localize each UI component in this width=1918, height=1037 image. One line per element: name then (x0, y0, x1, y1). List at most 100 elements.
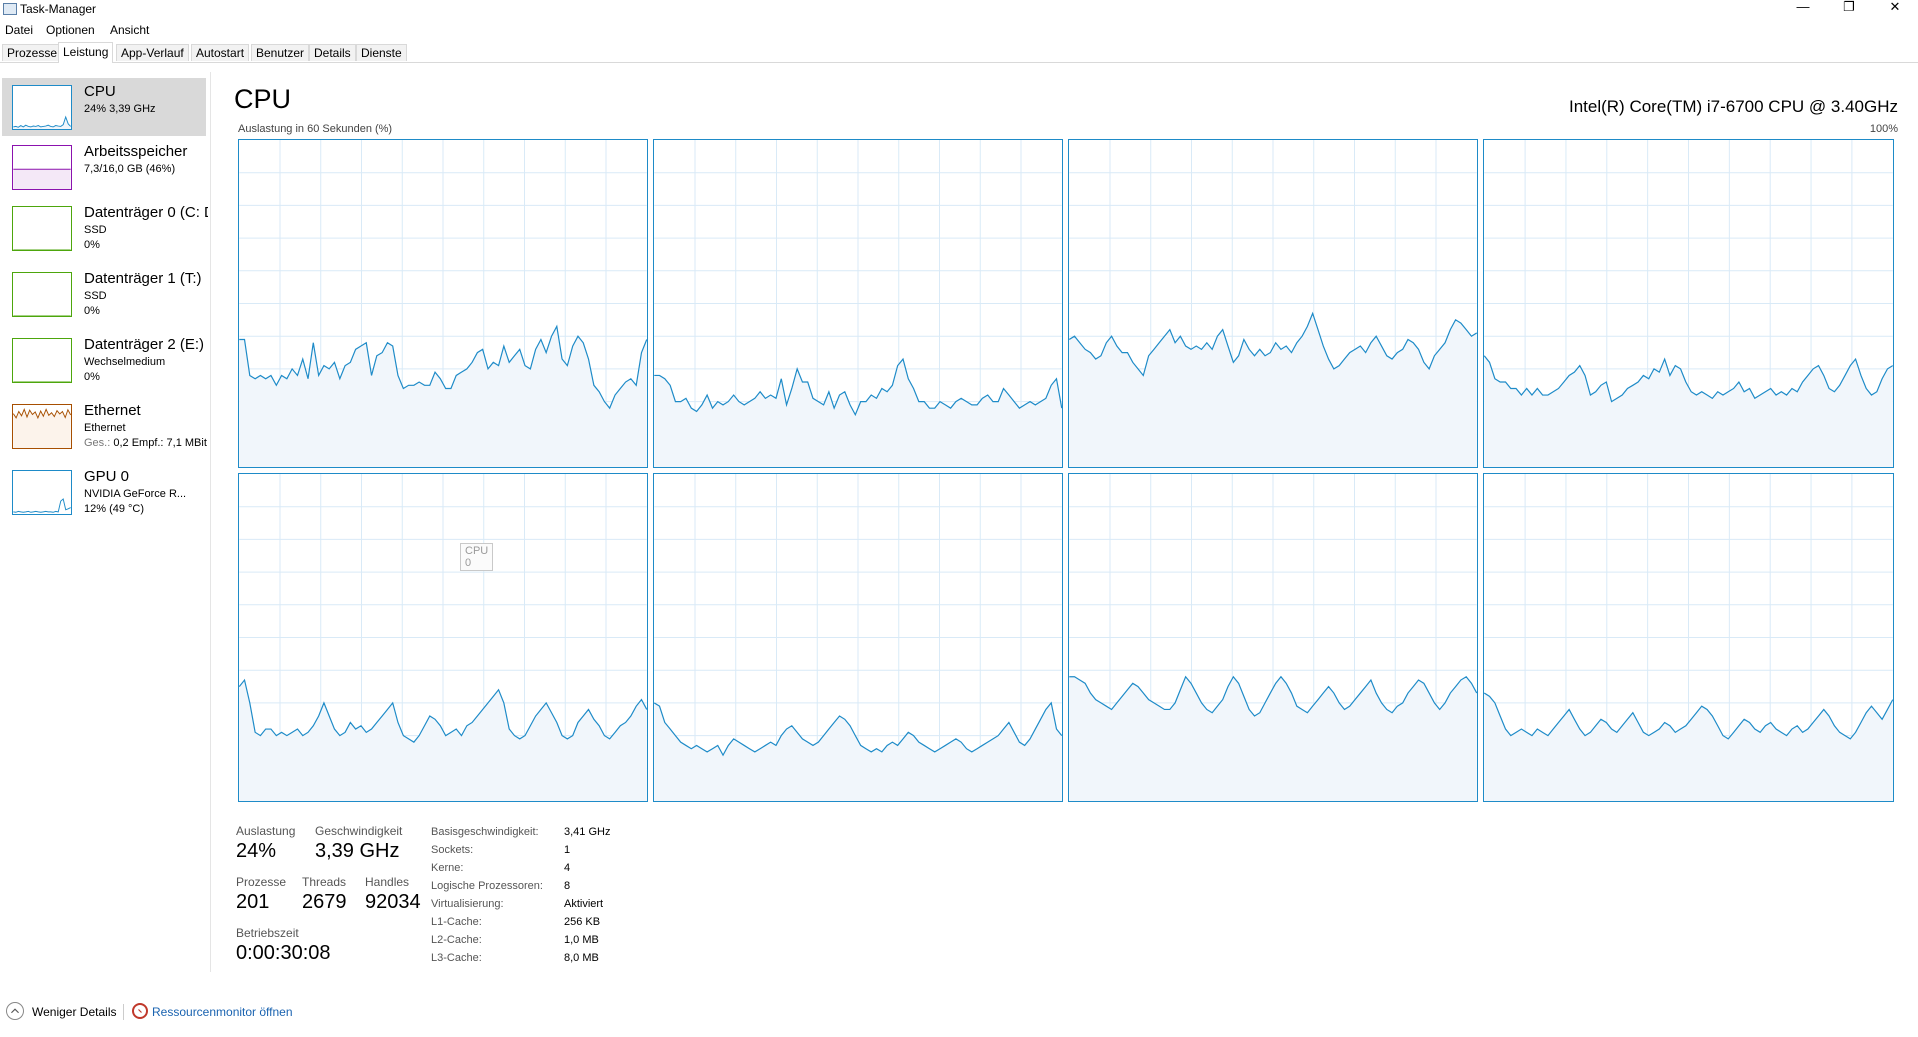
sidebar-item-disk-1[interactable]: Datenträger 1 (T:) SSD 0% (2, 264, 206, 328)
sidebar-item-usage: 0% (84, 371, 100, 383)
core-graph-cpu-7[interactable] (1483, 473, 1894, 802)
cpu-thumbnail-graph (12, 85, 72, 130)
sidebar-item-subtitle: Wechselmedium (84, 356, 166, 368)
sidebar-item-cpu[interactable]: CPU 24% 3,39 GHz (2, 78, 206, 136)
sidebar-item-usage: 0% (84, 305, 100, 317)
virtualization-value: Aktiviert (564, 898, 604, 910)
processes-label: Prozesse (236, 875, 287, 889)
gpu-thumbnail-graph (12, 470, 72, 515)
sidebar-item-subtitle: NVIDIA GeForce R... (84, 488, 187, 500)
sidebar-item-subtitle: SSD (84, 290, 107, 302)
sidebar-item-subtitle: SSD (84, 224, 107, 236)
uptime-value: 0:00:30:08 (236, 942, 331, 964)
resource-monitor-label: Ressourcenmonitor öffnen (152, 1005, 293, 1019)
l2-cache-label: L2-Cache: (431, 934, 482, 946)
sidebar-item-memory[interactable]: Arbeitsspeicher 7,3/16,0 GB (46%) (2, 138, 206, 196)
utilization-value: 24% (236, 840, 277, 862)
handles-label: Handles (365, 875, 410, 889)
sidebar-item-subtitle: 7,3/16,0 GB (46%) (84, 163, 176, 175)
logical-processors-value: 8 (564, 880, 571, 892)
core-graph-cpu-1[interactable] (653, 139, 1063, 468)
core-graph-cpu-5[interactable] (653, 473, 1063, 802)
core-graph-cpu-2[interactable] (1068, 139, 1478, 468)
footer-bar: Weniger Details Ressourcenmonitor öffnen (0, 1000, 1918, 1026)
memory-thumbnail-graph (12, 145, 72, 190)
sidebar-item-usage: 12% (49 °C) (84, 503, 145, 515)
sidebar-item-subtitle: Ethernet (84, 422, 126, 434)
restore-button[interactable]: ❐ (1826, 0, 1872, 20)
sidebar-item-disk-2[interactable]: Datenträger 2 (E:) Wechselmedium 0% (2, 330, 206, 394)
window-title: Task-Manager (20, 2, 97, 16)
speed-label: Geschwindigkeit (315, 824, 403, 838)
tab-leistung[interactable]: Leistung (58, 42, 114, 63)
menu-bar: Datei Optionen Ansicht (0, 20, 1918, 39)
disk-0-thumbnail-graph (12, 206, 72, 251)
chevron-up-icon (6, 1002, 24, 1020)
sidebar-item-subtitle: 24% 3,39 GHz (84, 103, 156, 115)
task-manager-icon (3, 3, 17, 15)
uptime-label: Betriebszeit (236, 926, 299, 940)
tab-benutzer[interactable]: Benutzer (251, 44, 310, 61)
threads-label: Threads (302, 875, 347, 889)
menu-optionen[interactable]: Optionen (46, 23, 95, 37)
resource-sidebar: CPU 24% 3,39 GHz Arbeitsspeicher 7,3/16,… (0, 72, 211, 972)
l1-cache-value: 256 KB (564, 916, 601, 928)
sockets-value: 1 (564, 844, 571, 856)
utilization-label: Auslastung (236, 824, 296, 838)
l1-cache-label: L1-Cache: (431, 916, 482, 928)
graph-max-label: 100% (1869, 123, 1898, 135)
disk-2-thumbnail-graph (12, 338, 72, 383)
tab-prozesse[interactable]: Prozesse (2, 44, 63, 61)
cpu-detail-panel: CPU Intel(R) Core(TM) i7-6700 CPU @ 3.40… (234, 72, 1898, 972)
l2-cache-value: 1,0 MB (564, 934, 599, 946)
sidebar-item-title: Datenträger 2 (E:) (84, 336, 205, 353)
close-button[interactable]: ✕ (1872, 0, 1918, 20)
sidebar-item-ethernet[interactable]: Ethernet Ethernet Ges.: 0,2 Empf.: 7,1 M… (2, 396, 208, 460)
sidebar-item-gpu-0[interactable]: GPU 0 NVIDIA GeForce R... 12% (49 °C) (2, 462, 206, 526)
core-graph-cpu-4[interactable] (238, 473, 648, 802)
sidebar-item-title: Datenträger 1 (T:) (84, 270, 202, 287)
virtualization-label: Virtualisierung: (431, 898, 504, 910)
l3-cache-value: 8,0 MB (564, 952, 599, 964)
base-speed-label: Basisgeschwindigkeit: (431, 826, 539, 838)
thumbnail-line (13, 115, 71, 128)
l3-cache-label: L3-Cache: (431, 952, 482, 964)
throughput-label: Ges.: (84, 437, 111, 449)
core-graph-cpu-6[interactable] (1068, 473, 1478, 802)
disk-1-thumbnail-graph (12, 272, 72, 317)
title-bar: Task-Manager — ❐ ✕ (0, 0, 1918, 20)
minimize-button[interactable]: — (1780, 0, 1826, 20)
menu-ansicht[interactable]: Ansicht (110, 23, 149, 37)
thumbnail-area (13, 116, 71, 129)
ethernet-thumbnail-graph (12, 404, 72, 449)
cpu-model-name: Intel(R) Core(TM) i7-6700 CPU @ 3.40GHz (1568, 97, 1898, 116)
footer-divider (123, 1004, 124, 1020)
tab-details[interactable]: Details (309, 44, 356, 61)
core-graph-cpu-0[interactable] (238, 139, 648, 468)
thumbnail-area (13, 169, 71, 189)
fewer-details-label: Weniger Details (32, 1005, 117, 1019)
sidebar-item-title: CPU (84, 83, 116, 100)
menu-datei[interactable]: Datei (5, 23, 33, 37)
handles-value: 92034 (365, 891, 421, 913)
usage-area (1069, 676, 1477, 801)
tab-app-verlauf[interactable]: App-Verlauf (116, 44, 189, 61)
tab-autostart[interactable]: Autostart (191, 44, 250, 61)
sidebar-item-title: Ethernet (84, 402, 141, 419)
logical-processors-label: Logische Prozessoren: (431, 880, 543, 892)
base-speed-value: 3,41 GHz (564, 826, 611, 838)
sidebar-item-disk-0[interactable]: Datenträger 0 (C: D SSD 0% (2, 198, 208, 262)
sidebar-item-throughput: Ges.: 0,2 Empf.: 7,1 MBit (84, 437, 208, 449)
threads-value: 2679 (302, 891, 347, 913)
cores-label: Kerne: (431, 862, 464, 874)
speed-value: 3,39 GHz (315, 840, 400, 862)
sockets-label: Sockets: (431, 844, 474, 856)
resource-monitor-icon (132, 1003, 148, 1019)
cores-value: 4 (564, 862, 571, 874)
graph-axis-label: Auslastung in 60 Sekunden (%) (238, 123, 393, 135)
sidebar-item-usage: 0% (84, 239, 100, 251)
core-graph-cpu-3[interactable] (1483, 139, 1894, 468)
tab-dienste[interactable]: Dienste (356, 44, 407, 61)
sidebar-item-title: GPU 0 (84, 468, 130, 485)
tab-bar: Prozesse Leistung App-Verlauf Autostart … (0, 42, 1918, 63)
